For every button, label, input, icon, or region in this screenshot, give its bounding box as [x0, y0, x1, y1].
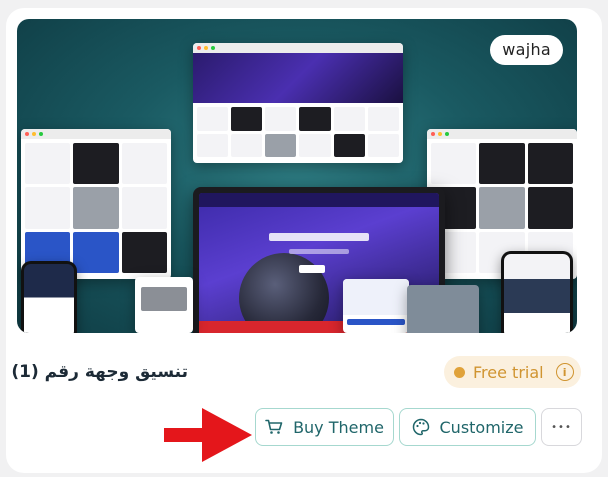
- customize-label: Customize: [439, 417, 524, 437]
- more-icon: •••: [551, 421, 572, 433]
- buy-theme-label: Buy Theme: [293, 417, 384, 437]
- theme-title: تنسيق وجهة رقم (1): [11, 362, 188, 382]
- cart-icon: [265, 419, 283, 434]
- red-arrow-icon: [164, 408, 252, 462]
- brand-badge: wajha: [490, 35, 563, 65]
- more-options-button[interactable]: •••: [541, 408, 582, 446]
- mock-earbuds-card: [407, 285, 479, 333]
- status-dot-icon: [454, 366, 465, 378]
- mock-product-card: [343, 279, 409, 333]
- palette-icon: [412, 418, 429, 436]
- buy-theme-button[interactable]: Buy Theme: [255, 408, 394, 446]
- mock-browser-left: [21, 129, 171, 279]
- info-icon[interactable]: i: [555, 363, 574, 381]
- theme-preview-image[interactable]: wajha: [17, 19, 577, 333]
- mock-phone-right: [501, 251, 573, 333]
- free-trial-label: Free trial: [473, 362, 544, 382]
- free-trial-badge: Free trial i: [444, 356, 581, 388]
- customize-button[interactable]: Customize: [399, 408, 536, 446]
- mock-laptop-card: [135, 277, 193, 333]
- mock-phone-left: [21, 261, 77, 333]
- mock-browser-top: [193, 43, 403, 163]
